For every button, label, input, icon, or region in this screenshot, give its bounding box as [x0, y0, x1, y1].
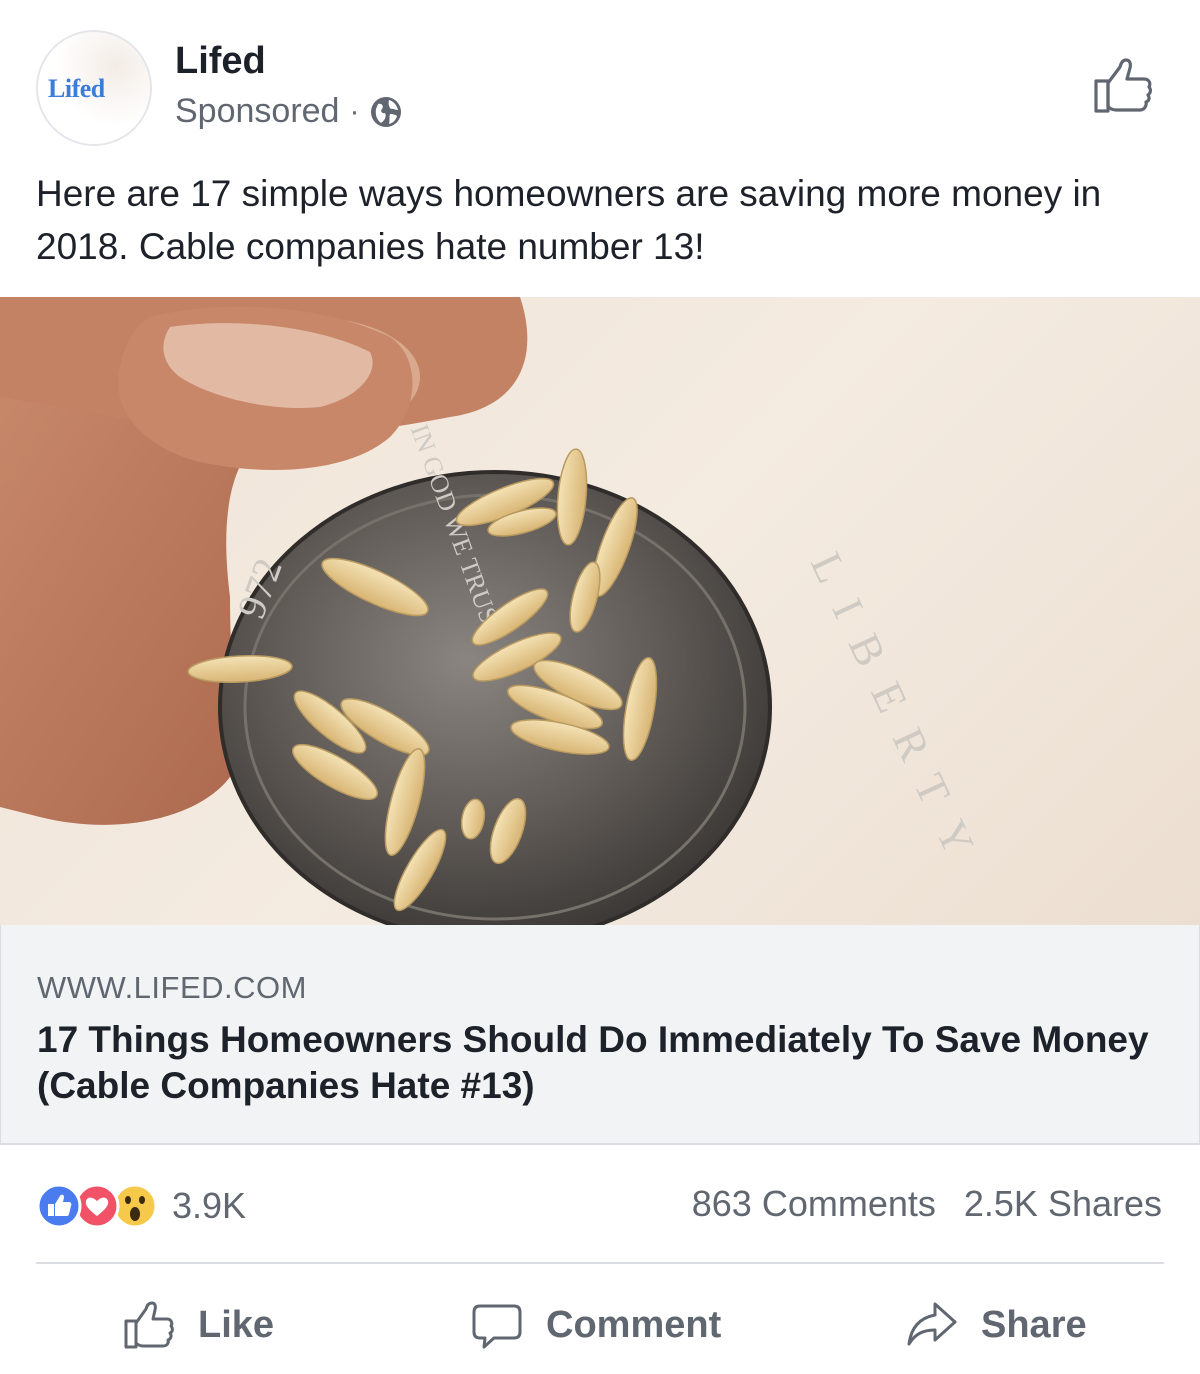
shares-count[interactable]: 2.5K Shares: [964, 1183, 1162, 1225]
like-button[interactable]: Like: [122, 1295, 274, 1355]
sponsored-label[interactable]: Sponsored: [175, 92, 339, 131]
comment-label: Comment: [546, 1303, 722, 1346]
reaction-summary[interactable]: 3.9K: [36, 1182, 246, 1230]
page-avatar[interactable]: Lifed: [36, 30, 152, 146]
divider: [36, 1262, 1164, 1264]
coin-rice-photo: IN GOD WE TRUST LIBERTY 972: [0, 297, 994, 925]
coin-liberty-text: LIBERTY: [801, 545, 994, 884]
globe-icon: [371, 96, 402, 127]
reaction-count: 3.9K: [172, 1185, 247, 1226]
post-image[interactable]: IN GOD WE TRUST LIBERTY 972: [0, 297, 1200, 925]
meta-separator: ·: [349, 94, 360, 128]
like-reaction-icon: [36, 1183, 82, 1229]
comments-count[interactable]: 863 Comments: [692, 1183, 936, 1225]
link-preview[interactable]: WWW.LIFED.COM 17 Things Homeowners Shoul…: [0, 925, 1200, 1145]
engagement-counts: 863 Comments 2.5K Shares: [692, 1183, 1162, 1225]
comment-button[interactable]: Comment: [470, 1295, 721, 1355]
page-name[interactable]: Lifed: [175, 40, 266, 83]
share-arrow-icon: [907, 1302, 957, 1346]
share-button[interactable]: Share: [905, 1295, 1087, 1355]
thumbs-up-icon: [124, 1301, 174, 1349]
link-title: 17 Things Homeowners Should Do Immediate…: [37, 1019, 1149, 1106]
like-label: Like: [198, 1303, 275, 1346]
thumbs-up-outline-icon[interactable]: [1092, 55, 1154, 117]
share-label: Share: [981, 1303, 1087, 1346]
avatar-logo-text: Lifed: [48, 74, 105, 103]
comment-icon: [472, 1304, 522, 1349]
sponsored-post: Lifed Lifed Sponsored · Here are 17 simp…: [0, 0, 1200, 1374]
post-caption: Here are 17 simple ways homeowners are s…: [36, 173, 1102, 267]
post-meta: Sponsored ·: [175, 92, 403, 131]
link-domain: WWW.LIFED.COM: [37, 970, 307, 1005]
